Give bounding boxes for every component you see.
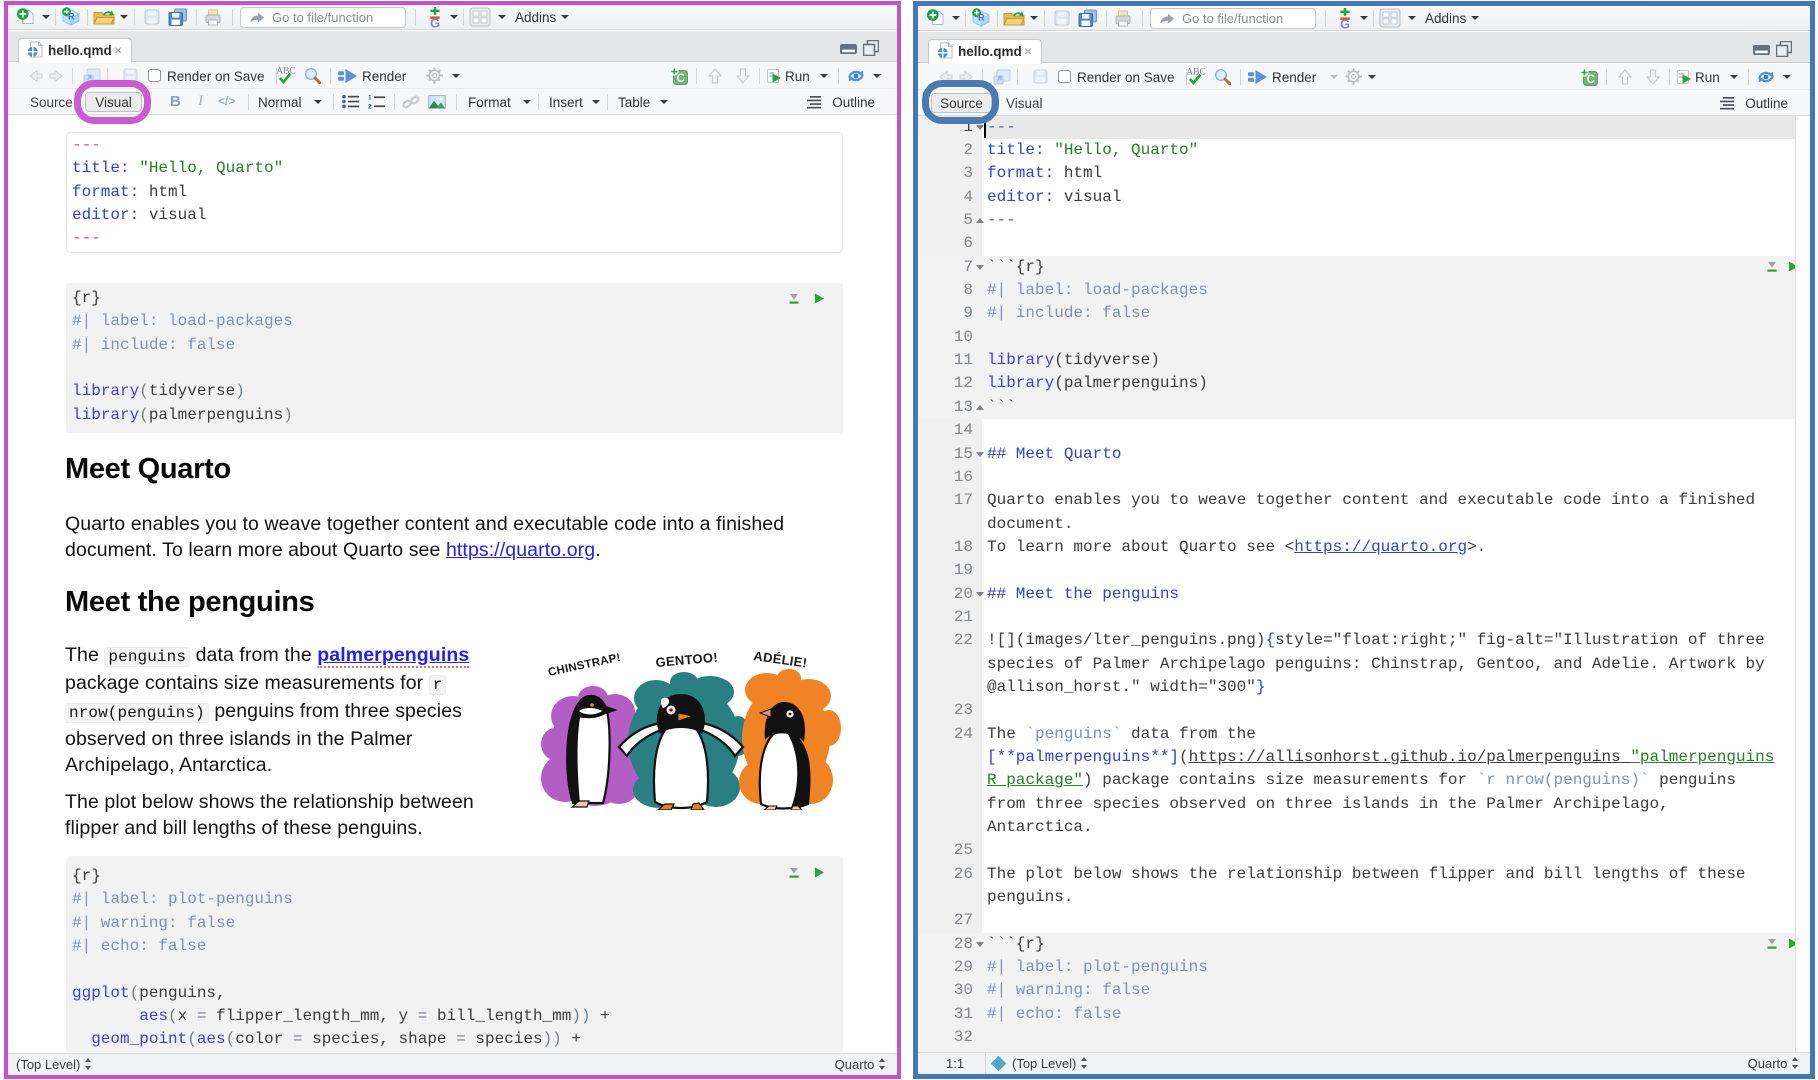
svg-text:1: 1 xyxy=(368,94,372,101)
svg-text:GENTOO!: GENTOO! xyxy=(655,650,719,670)
svg-text:CHINSTRAP!: CHINSTRAP! xyxy=(547,652,622,679)
svg-text:ABC: ABC xyxy=(1186,68,1206,78)
svg-text:ABC: ABC xyxy=(276,67,296,77)
svg-text:C: C xyxy=(1587,74,1595,86)
svg-text:2: 2 xyxy=(368,103,372,110)
svg-text:C: C xyxy=(677,73,685,85)
svg-text:G: G xyxy=(1340,17,1350,30)
svg-text:ADÉLIE!: ADÉLIE! xyxy=(753,648,809,670)
svg-text:G: G xyxy=(430,16,440,29)
